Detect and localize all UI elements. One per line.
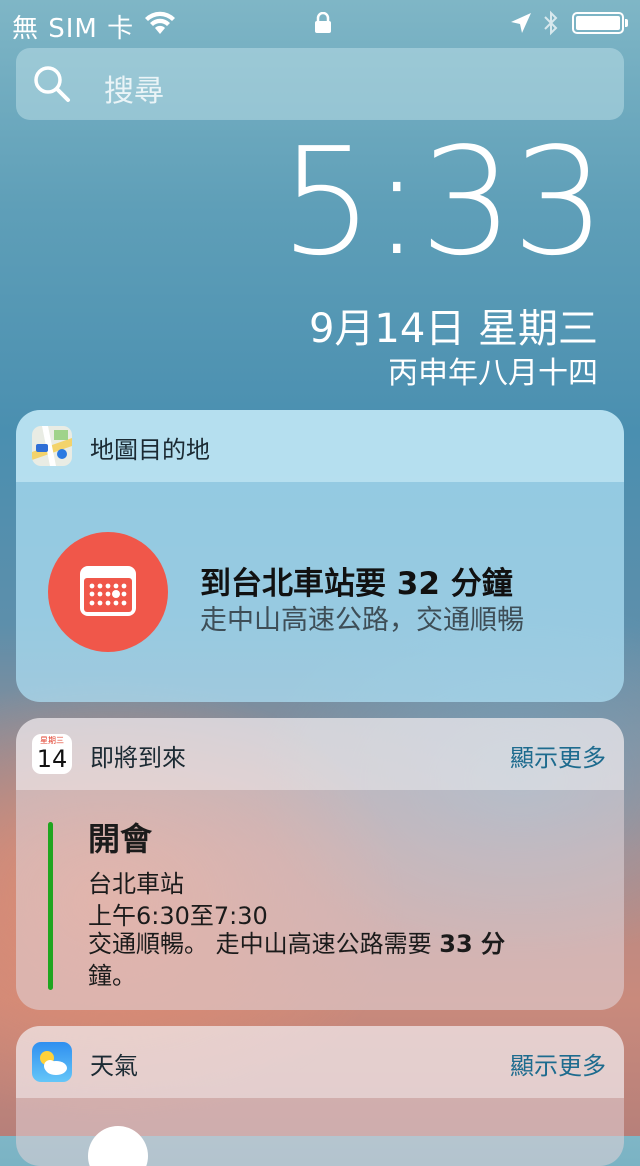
lockscreen-time: 5:33: [279, 116, 606, 288]
event-location: 台北車站: [88, 870, 184, 898]
route-text: 走中山高速公路，交通順暢: [200, 605, 524, 636]
wifi-icon: [144, 10, 176, 40]
traffic-minutes: 33 分: [439, 930, 506, 958]
calendar-app-icon: 星期三 14: [32, 734, 72, 774]
widget-header: 星期三 14 即將到來 顯示更多: [16, 718, 624, 790]
show-more-button[interactable]: 顯示更多: [510, 738, 606, 773]
status-bar: 無 SIM 卡: [0, 0, 640, 48]
maps-destination-widget[interactable]: 地圖目的地 到台北車站要 32 分鐘 走中山高速公路，交通順暢: [16, 410, 624, 702]
location-arrow-icon: [510, 12, 532, 38]
event-time: 上午6:30至7:30: [88, 902, 268, 930]
traffic-suffix: 鐘。: [88, 962, 136, 990]
calendar-icon-day: 14: [36, 745, 68, 773]
lockscreen-date: 9月14日 星期三: [308, 306, 598, 352]
widget-header: 地圖目的地: [16, 410, 624, 482]
event-title: 開會: [88, 820, 153, 858]
lock-icon: [314, 11, 332, 38]
lockscreen-lunar-date: 丙申年八月十四: [388, 356, 598, 391]
calendar-icon: [80, 566, 136, 616]
battery-fill: [576, 16, 620, 30]
destination-text: 到台北車站要 32 分鐘: [200, 566, 513, 602]
battery-icon: [572, 12, 628, 34]
carrier-label: 無 SIM 卡: [12, 14, 135, 44]
widget-header: 天氣 顯示更多: [16, 1026, 624, 1098]
maps-app-icon: [32, 426, 72, 466]
widget-title: 即將到來: [90, 744, 186, 772]
show-more-button[interactable]: 顯示更多: [510, 1046, 606, 1081]
traffic-prefix: 交通順暢。 走中山高速公路需要: [88, 930, 440, 958]
search-input[interactable]: 搜尋: [104, 66, 164, 110]
weather-widget[interactable]: 天氣 顯示更多: [16, 1026, 624, 1166]
event-circle: [48, 532, 168, 652]
search-icon: [32, 64, 72, 108]
calendar-color-bar: [48, 822, 53, 990]
weather-condition-icon: [88, 1126, 148, 1166]
search-bar[interactable]: 搜尋: [16, 48, 624, 120]
weather-app-icon: [32, 1042, 72, 1082]
widget-title: 地圖目的地: [90, 436, 210, 464]
widget-title: 天氣: [90, 1052, 138, 1080]
bluetooth-icon: [543, 10, 559, 40]
upnext-widget[interactable]: 星期三 14 即將到來 顯示更多 開會 台北車站 上午6:30至7:30 交通順…: [16, 718, 624, 1010]
event-traffic: 交通順暢。 走中山高速公路需要 33 分鐘。: [88, 928, 558, 992]
